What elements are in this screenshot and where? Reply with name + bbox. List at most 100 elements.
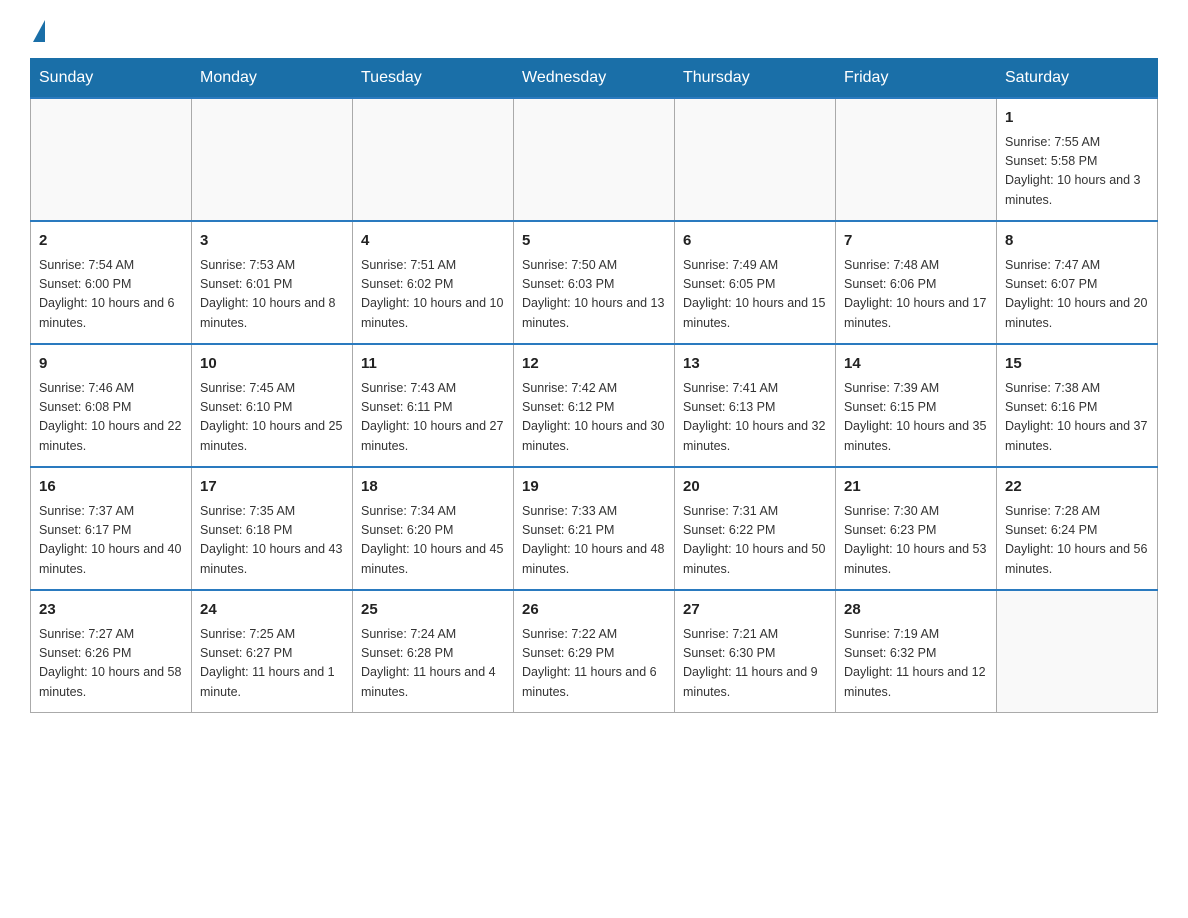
calendar-cell (192, 98, 353, 221)
calendar-cell: 5 Sunrise: 7:50 AMSunset: 6:03 PMDaylight… (514, 221, 675, 344)
day-info: Sunrise: 7:34 AMSunset: 6:20 PMDaylight:… (361, 502, 505, 580)
day-info: Sunrise: 7:31 AMSunset: 6:22 PMDaylight:… (683, 502, 827, 580)
calendar-cell: 7 Sunrise: 7:48 AMSunset: 6:06 PMDaylight… (836, 221, 997, 344)
day-number: 6 (683, 230, 827, 253)
day-info: Sunrise: 7:39 AMSunset: 6:15 PMDaylight:… (844, 379, 988, 457)
day-info: Sunrise: 7:47 AMSunset: 6:07 PMDaylight:… (1005, 256, 1149, 334)
calendar-cell: 16 Sunrise: 7:37 AMSunset: 6:17 PMDayligh… (31, 467, 192, 590)
calendar-cell: 10Sunrise: 7:45 AMSunset: 6:10 PMDayligh… (192, 344, 353, 467)
calendar-cell: 27 Sunrise: 7:21 AMSunset: 6:30 PMDayligh… (675, 590, 836, 713)
day-info: Sunrise: 7:21 AMSunset: 6:30 PMDaylight:… (683, 625, 827, 703)
week-row-3: 9 Sunrise: 7:46 AMSunset: 6:08 PMDaylight… (31, 344, 1158, 467)
calendar-cell (836, 98, 997, 221)
calendar-cell: 24 Sunrise: 7:25 AMSunset: 6:27 PMDayligh… (192, 590, 353, 713)
page-header (30, 20, 1158, 40)
day-number: 20 (683, 476, 827, 499)
calendar-cell: 21 Sunrise: 7:30 AMSunset: 6:23 PMDayligh… (836, 467, 997, 590)
day-info: Sunrise: 7:48 AMSunset: 6:06 PMDaylight:… (844, 256, 988, 334)
weekday-header-monday: Monday (192, 59, 353, 99)
weekday-header-row: SundayMondayTuesdayWednesdayThursdayFrid… (31, 59, 1158, 99)
day-number: 9 (39, 353, 183, 376)
day-number: 23 (39, 599, 183, 622)
day-info: Sunrise: 7:42 AMSunset: 6:12 PMDaylight:… (522, 379, 666, 457)
day-info: Sunrise: 7:43 AMSunset: 6:11 PMDaylight:… (361, 379, 505, 457)
day-number: 25 (361, 599, 505, 622)
day-info: Sunrise: 7:51 AMSunset: 6:02 PMDaylight:… (361, 256, 505, 334)
calendar-cell: 14 Sunrise: 7:39 AMSunset: 6:15 PMDayligh… (836, 344, 997, 467)
day-number: 14 (844, 353, 988, 376)
calendar-cell: 3 Sunrise: 7:53 AMSunset: 6:01 PMDaylight… (192, 221, 353, 344)
calendar-cell: 12Sunrise: 7:42 AMSunset: 6:12 PMDayligh… (514, 344, 675, 467)
calendar-cell (31, 98, 192, 221)
day-info: Sunrise: 7:19 AMSunset: 6:32 PMDaylight:… (844, 625, 988, 703)
calendar-cell: 4 Sunrise: 7:51 AMSunset: 6:02 PMDaylight… (353, 221, 514, 344)
calendar-cell: 1Sunrise: 7:55 AMSunset: 5:58 PMDaylight… (997, 98, 1158, 221)
calendar-cell: 22 Sunrise: 7:28 AMSunset: 6:24 PMDayligh… (997, 467, 1158, 590)
day-number: 24 (200, 599, 344, 622)
day-number: 7 (844, 230, 988, 253)
calendar-cell (675, 98, 836, 221)
weekday-header-saturday: Saturday (997, 59, 1158, 99)
day-number: 4 (361, 230, 505, 253)
calendar-cell: 2 Sunrise: 7:54 AMSunset: 6:00 PMDaylight… (31, 221, 192, 344)
logo (30, 20, 45, 40)
day-info: Sunrise: 7:54 AMSunset: 6:00 PMDaylight:… (39, 256, 183, 334)
calendar-cell: 13 Sunrise: 7:41 AMSunset: 6:13 PMDayligh… (675, 344, 836, 467)
day-info: Sunrise: 7:35 AMSunset: 6:18 PMDaylight:… (200, 502, 344, 580)
day-number: 21 (844, 476, 988, 499)
day-number: 17 (200, 476, 344, 499)
day-number: 15 (1005, 353, 1149, 376)
day-info: Sunrise: 7:37 AMSunset: 6:17 PMDaylight:… (39, 502, 183, 580)
day-number: 13 (683, 353, 827, 376)
day-number: 28 (844, 599, 988, 622)
day-info: Sunrise: 7:28 AMSunset: 6:24 PMDaylight:… (1005, 502, 1149, 580)
calendar-cell: 17 Sunrise: 7:35 AMSunset: 6:18 PMDayligh… (192, 467, 353, 590)
day-info: Sunrise: 7:25 AMSunset: 6:27 PMDaylight:… (200, 625, 344, 703)
calendar-cell: 18 Sunrise: 7:34 AMSunset: 6:20 PMDayligh… (353, 467, 514, 590)
day-number: 16 (39, 476, 183, 499)
day-number: 19 (522, 476, 666, 499)
day-info: Sunrise: 7:27 AMSunset: 6:26 PMDaylight:… (39, 625, 183, 703)
logo-triangle-icon (33, 20, 45, 42)
calendar-cell: 23 Sunrise: 7:27 AMSunset: 6:26 PMDayligh… (31, 590, 192, 713)
day-info: Sunrise: 7:38 AMSunset: 6:16 PMDaylight:… (1005, 379, 1149, 457)
week-row-5: 23 Sunrise: 7:27 AMSunset: 6:26 PMDayligh… (31, 590, 1158, 713)
calendar-cell: 26 Sunrise: 7:22 AMSunset: 6:29 PMDayligh… (514, 590, 675, 713)
calendar-cell: 9 Sunrise: 7:46 AMSunset: 6:08 PMDaylight… (31, 344, 192, 467)
day-number: 26 (522, 599, 666, 622)
day-number: 27 (683, 599, 827, 622)
day-info: Sunrise: 7:30 AMSunset: 6:23 PMDaylight:… (844, 502, 988, 580)
weekday-header-friday: Friday (836, 59, 997, 99)
calendar-cell: 19Sunrise: 7:33 AMSunset: 6:21 PMDayligh… (514, 467, 675, 590)
day-number: 18 (361, 476, 505, 499)
calendar-cell: 15 Sunrise: 7:38 AMSunset: 6:16 PMDayligh… (997, 344, 1158, 467)
day-info: Sunrise: 7:46 AMSunset: 6:08 PMDaylight:… (39, 379, 183, 457)
calendar-cell: 28 Sunrise: 7:19 AMSunset: 6:32 PMDayligh… (836, 590, 997, 713)
calendar-cell: 6 Sunrise: 7:49 AMSunset: 6:05 PMDaylight… (675, 221, 836, 344)
day-number: 8 (1005, 230, 1149, 253)
weekday-header-tuesday: Tuesday (353, 59, 514, 99)
day-info: Sunrise: 7:41 AMSunset: 6:13 PMDaylight:… (683, 379, 827, 457)
week-row-4: 16 Sunrise: 7:37 AMSunset: 6:17 PMDayligh… (31, 467, 1158, 590)
weekday-header-thursday: Thursday (675, 59, 836, 99)
day-number: 10 (200, 353, 344, 376)
day-number: 2 (39, 230, 183, 253)
day-number: 11 (361, 353, 505, 376)
calendar-cell (997, 590, 1158, 713)
day-info: Sunrise: 7:53 AMSunset: 6:01 PMDaylight:… (200, 256, 344, 334)
day-info: Sunrise: 7:55 AMSunset: 5:58 PMDaylight:… (1005, 133, 1149, 211)
week-row-2: 2 Sunrise: 7:54 AMSunset: 6:00 PMDaylight… (31, 221, 1158, 344)
day-number: 5 (522, 230, 666, 253)
day-info: Sunrise: 7:50 AMSunset: 6:03 PMDaylight:… (522, 256, 666, 334)
calendar-table: SundayMondayTuesdayWednesdayThursdayFrid… (30, 58, 1158, 713)
calendar-cell: 20 Sunrise: 7:31 AMSunset: 6:22 PMDayligh… (675, 467, 836, 590)
day-info: Sunrise: 7:49 AMSunset: 6:05 PMDaylight:… (683, 256, 827, 334)
week-row-1: 1Sunrise: 7:55 AMSunset: 5:58 PMDaylight… (31, 98, 1158, 221)
day-info: Sunrise: 7:22 AMSunset: 6:29 PMDaylight:… (522, 625, 666, 703)
day-number: 3 (200, 230, 344, 253)
day-info: Sunrise: 7:24 AMSunset: 6:28 PMDaylight:… (361, 625, 505, 703)
weekday-header-sunday: Sunday (31, 59, 192, 99)
calendar-cell: 11 Sunrise: 7:43 AMSunset: 6:11 PMDayligh… (353, 344, 514, 467)
weekday-header-wednesday: Wednesday (514, 59, 675, 99)
day-number: 22 (1005, 476, 1149, 499)
